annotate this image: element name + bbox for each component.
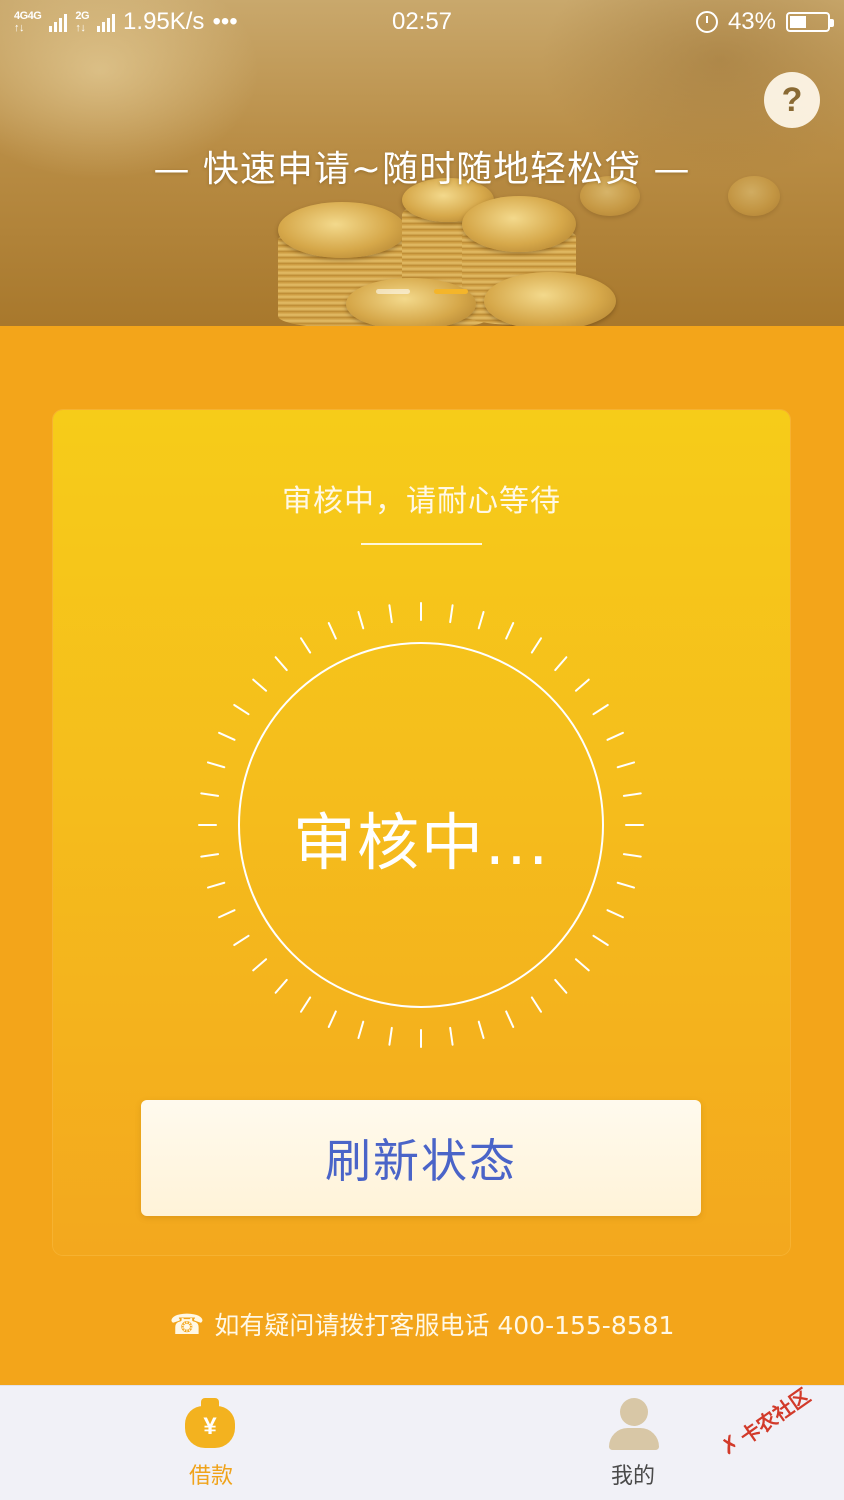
help-button[interactable]: ? — [764, 72, 820, 128]
customer-service-hotline[interactable]: ☎ 如有疑问请拨打客服电话 400-155-8581 — [0, 1306, 844, 1342]
dial-tick — [616, 881, 636, 889]
dial-tick — [206, 881, 226, 889]
nav-label-mine: 我的 — [610, 1464, 655, 1489]
dial-tick — [505, 1010, 515, 1028]
dial-tick — [477, 610, 485, 630]
user-icon — [607, 1398, 659, 1450]
banner: 4G4G ↑↓ 2G ↑↓ 1.95K/s ••• 02:57 43% ? — 快速… — [0, 0, 844, 326]
dial-tick — [592, 703, 609, 716]
banner-slogan: — 快速申请~随时随地轻松贷 — — [153, 149, 691, 190]
dial-tick — [252, 678, 268, 692]
alarm-icon — [695, 11, 718, 33]
phone-icon: ☎ — [169, 1307, 205, 1341]
dial-tick — [554, 656, 568, 672]
status-bar: 4G4G ↑↓ 2G ↑↓ 1.95K/s ••• 02:57 43% — [0, 0, 844, 46]
carousel-dot[interactable] — [376, 289, 410, 294]
review-status-card: 审核中，请耐心等待 审核中... 刷新状态 — [53, 410, 790, 1255]
dial-tick — [388, 1026, 393, 1046]
dial-tick — [327, 1010, 337, 1028]
nav-label-loan: 借款 — [188, 1464, 233, 1489]
battery-icon — [786, 12, 834, 32]
dial-tick — [530, 996, 543, 1013]
dial-tick — [554, 978, 568, 994]
dial-tick — [592, 934, 609, 947]
coin — [462, 196, 576, 252]
carousel-indicator[interactable] — [0, 289, 844, 294]
dial-tick — [218, 731, 236, 741]
refresh-status-button[interactable]: 刷新状态 — [141, 1100, 701, 1216]
review-status-text: 审核中... — [292, 806, 551, 879]
dial-tick — [274, 656, 288, 672]
dial-tick — [616, 761, 636, 769]
dial-tick — [388, 604, 393, 624]
dial-tick — [357, 1020, 365, 1040]
coin — [484, 272, 616, 326]
dial-tick — [574, 958, 590, 972]
dial-tick — [299, 637, 312, 654]
nav-item-loan[interactable]: ¥ 借款 — [111, 1386, 311, 1500]
coin — [346, 278, 476, 326]
dial-tick — [449, 604, 454, 624]
dial-tick — [357, 610, 365, 630]
dial-tick — [530, 637, 543, 654]
dial-tick — [606, 909, 624, 919]
divider — [361, 543, 482, 545]
hotline-text: 如有疑问请拨打客服电话 400-155-8581 — [214, 1311, 675, 1340]
battery-percent: 43% — [727, 8, 776, 35]
dial-tick — [233, 703, 250, 716]
dial-tick — [274, 978, 288, 994]
dial-tick — [252, 958, 268, 972]
card-subtitle: 审核中，请耐心等待 — [282, 484, 561, 519]
dial-tick — [574, 678, 590, 692]
dial-tick — [449, 1026, 454, 1046]
dial-tick — [233, 934, 250, 947]
money-bag-icon: ¥ — [185, 1398, 237, 1450]
dial-tick — [477, 1020, 485, 1040]
status-right: 43% — [695, 8, 834, 36]
dial-tick — [505, 622, 515, 640]
dial-tick — [327, 622, 337, 640]
carousel-dot-active[interactable] — [434, 289, 468, 294]
dial-tick — [206, 761, 226, 769]
dial-tick — [218, 909, 236, 919]
dial-tick — [299, 996, 312, 1013]
coin — [278, 202, 406, 258]
nav-item-mine[interactable]: 我的 — [533, 1386, 733, 1500]
dial-tick — [606, 731, 624, 741]
